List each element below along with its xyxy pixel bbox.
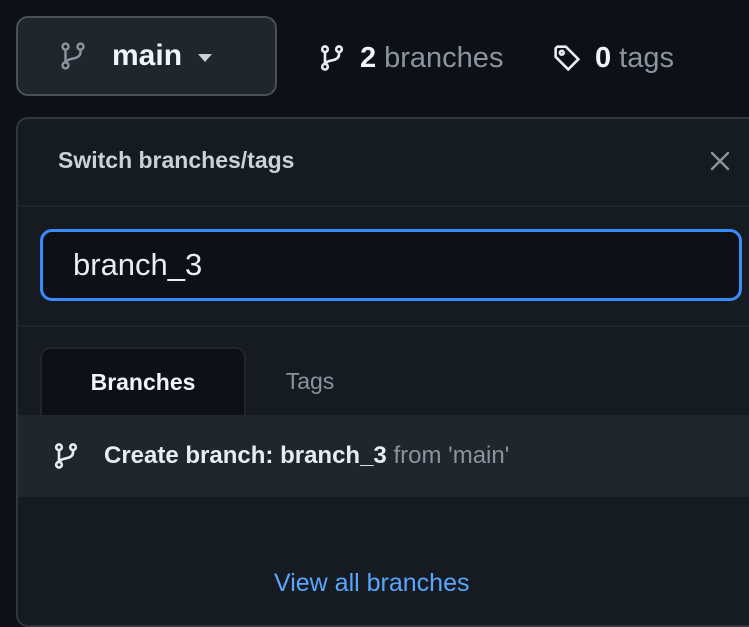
tab-branches[interactable]: Branches: [40, 347, 246, 415]
tags-link[interactable]: 0 tags: [553, 36, 674, 80]
git-branch-icon: [58, 40, 90, 72]
branch-switcher-dropdown: Switch branches/tags Branches Tags Creat…: [16, 117, 749, 627]
create-branch-source: from 'main': [386, 442, 510, 469]
branch-filter-input[interactable]: [40, 229, 742, 301]
close-icon[interactable]: [708, 149, 732, 173]
git-branch-icon: [52, 441, 82, 471]
branches-link[interactable]: 2 branches: [318, 36, 503, 80]
view-all-branches-link[interactable]: View all branches: [274, 569, 469, 598]
tab-bar: Branches Tags: [40, 347, 749, 415]
branches-label: branches: [384, 41, 504, 74]
repo-toolbar: main 2 branches 0 tags: [0, 0, 749, 112]
tags-count: 0: [595, 41, 612, 74]
git-branch-icon: [318, 43, 348, 73]
tab-tags[interactable]: Tags: [270, 347, 350, 415]
branch-selector-button[interactable]: main: [16, 16, 277, 96]
caret-down-icon: [198, 54, 213, 62]
dropdown-header: Switch branches/tags: [18, 119, 749, 207]
tags-label: tags: [619, 41, 674, 74]
branches-count: 2: [360, 41, 377, 74]
tag-icon: [553, 43, 583, 73]
create-branch-name: branch_3: [280, 442, 387, 469]
dropdown-title: Switch branches/tags: [58, 147, 295, 173]
create-branch-text: Create branch: branch_3 from 'main': [104, 442, 509, 470]
create-branch-prefix: Create branch:: [104, 442, 281, 469]
filter-section: [18, 207, 749, 327]
create-branch-item[interactable]: Create branch: branch_3 from 'main': [18, 415, 749, 497]
current-branch-label: main: [112, 39, 183, 72]
